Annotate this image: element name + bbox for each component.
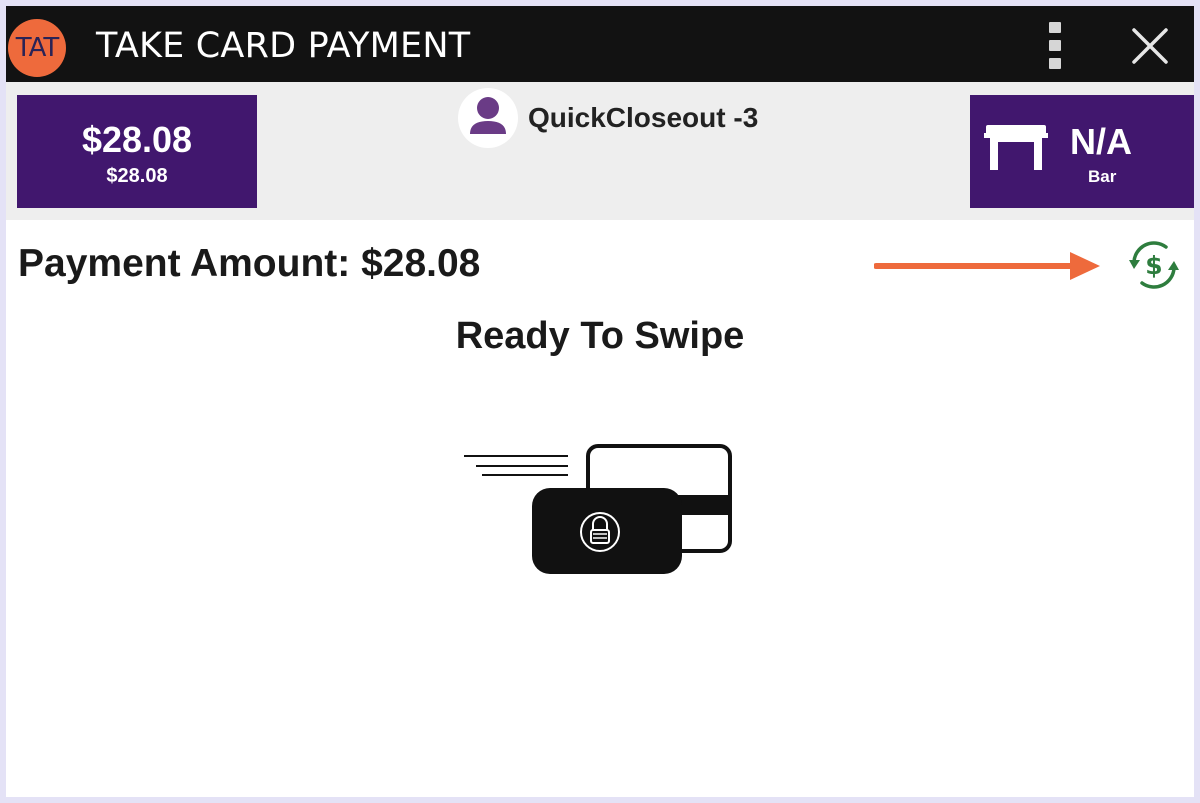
order-total: $28.08: [81, 119, 193, 160]
page-title: TAKE CARD PAYMENT: [96, 26, 471, 66]
card-swipe-illustration: [464, 444, 732, 574]
order-subtotal: $28.08: [106, 165, 168, 187]
payment-status: Ready To Swipe: [455, 315, 745, 357]
order-info-bar: $28.08 $28.08 QuickCloseout -3 N/A Bar: [6, 82, 1194, 220]
table-area: Bar: [1088, 167, 1117, 186]
tat-logo-icon: TAT: [8, 19, 66, 77]
payment-window: TAT TAKE CARD PAYMENT $28.08 $28.08 Quic…: [6, 6, 1194, 797]
table-info-box[interactable]: N/A Bar: [970, 95, 1194, 208]
order-total-box[interactable]: $28.08 $28.08: [17, 95, 257, 208]
user-avatar-icon: [458, 88, 518, 148]
orange-arrow-indicator: [874, 252, 1100, 280]
kebab-menu-icon[interactable]: [1046, 20, 1064, 72]
svg-text:$: $: [1145, 251, 1162, 280]
payment-amount-label: Payment Amount: $28.08: [18, 242, 481, 285]
table-icon: [984, 125, 1048, 170]
title-bar: TAT TAKE CARD PAYMENT: [6, 6, 1194, 82]
close-icon[interactable]: [1130, 26, 1170, 66]
currency-exchange-icon[interactable]: $: [1126, 238, 1182, 292]
customer-name: QuickCloseout -3: [528, 102, 759, 133]
table-name: N/A: [1070, 121, 1132, 162]
